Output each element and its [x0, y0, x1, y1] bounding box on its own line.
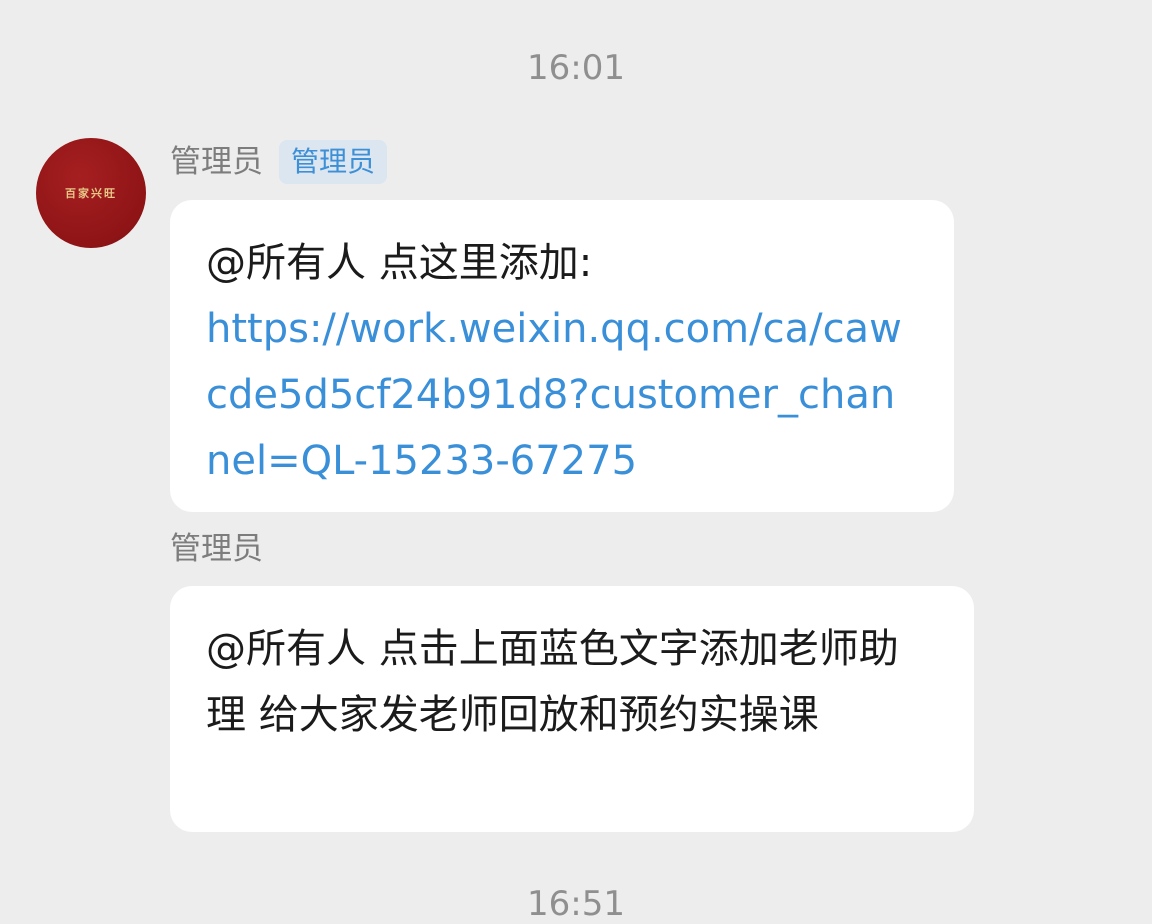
message-bubble[interactable]: @所有人 点这里添加: https://work.weixin.qq.com/c… [170, 200, 954, 512]
sender-name: 管理员 [170, 531, 263, 567]
avatar-logo-text: 百家兴旺 [65, 187, 117, 200]
message-text: @所有人 点击上面蓝色文字添加老师助理 给大家发老师回放和预约实操课 [206, 626, 899, 738]
sender-name: 管理员 [170, 144, 263, 180]
timestamp-divider: 16:01 [527, 48, 625, 88]
avatar[interactable]: 百家兴旺 [36, 138, 146, 248]
message-bubble[interactable]: @所有人 点击上面蓝色文字添加老师助理 给大家发老师回放和预约实操课 [170, 586, 974, 832]
role-badge: 管理员 [279, 140, 388, 184]
timestamp-divider: 16:51 [527, 884, 625, 924]
message-text: @所有人 点这里添加: [206, 240, 593, 286]
message-link[interactable]: https://work.weixin.qq.com/ca/cawcde5d5c… [206, 296, 918, 494]
sender-row: 管理员 管理员 [170, 140, 388, 184]
